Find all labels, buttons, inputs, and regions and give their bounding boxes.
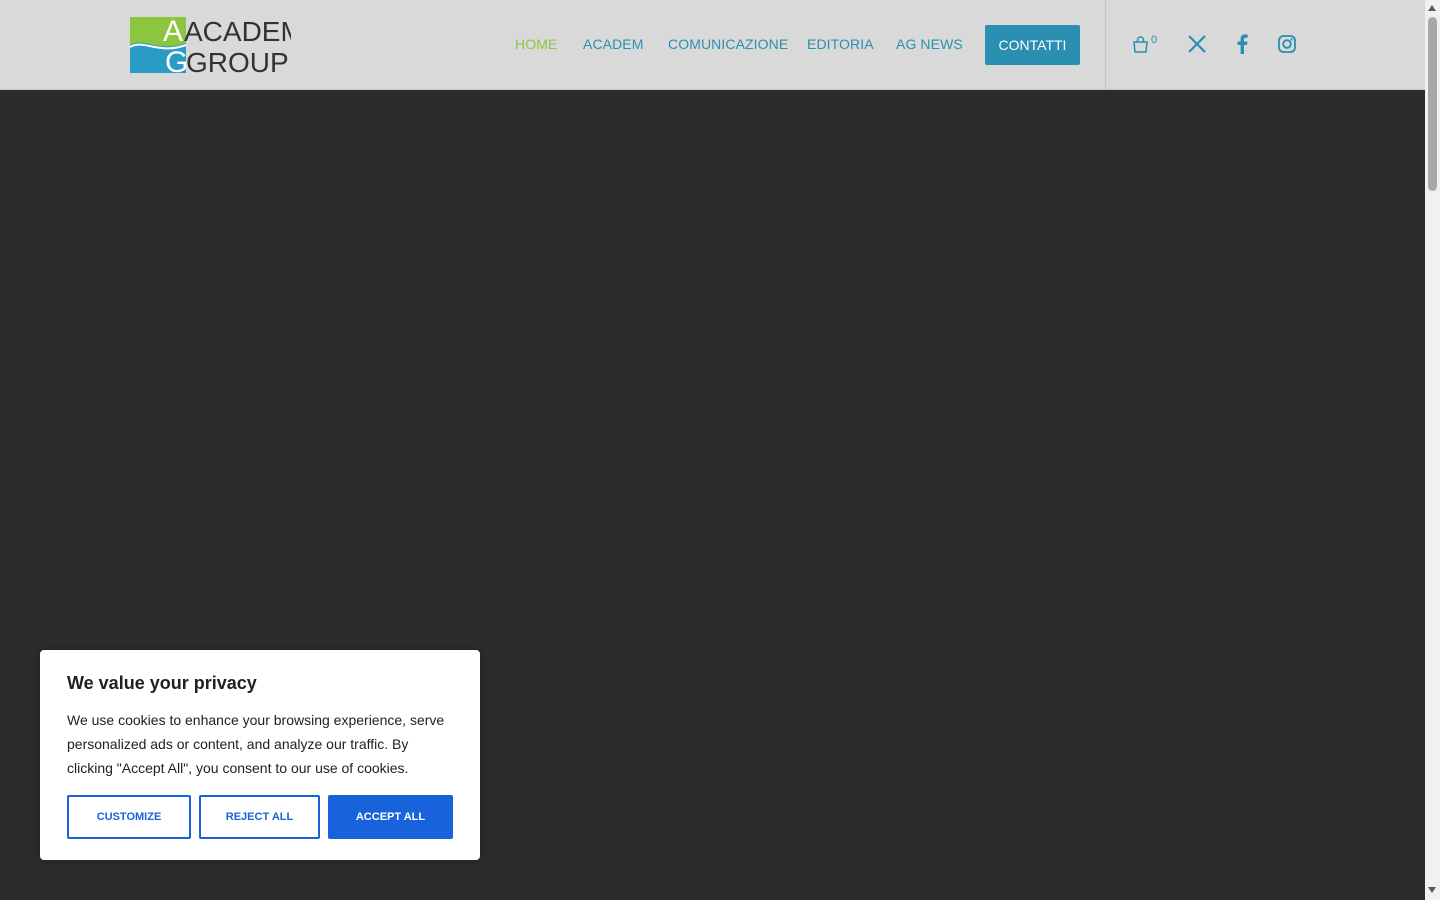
page-scrollbar[interactable] [1425, 0, 1440, 900]
cookie-consent-banner: We value your privacy We use cookies to … [40, 650, 480, 860]
academ-group-logo[interactable]: A ACADEM G GROUP [129, 15, 304, 79]
customize-button[interactable]: CUSTOMIZE [67, 795, 191, 839]
facebook-icon[interactable] [1236, 34, 1248, 59]
logo-text-group: GROUP [186, 47, 289, 75]
nav-comunicazione[interactable]: COMUNICAZIONE [668, 36, 788, 52]
cookie-actions: CUSTOMIZE REJECT ALL ACCEPT ALL [67, 795, 453, 839]
x-twitter-icon[interactable] [1188, 35, 1206, 58]
cookie-title: We value your privacy [67, 673, 257, 693]
site-header: A ACADEM G GROUP HOME ACADEM COMUNICAZIO… [0, 0, 1425, 90]
shopping-bag-icon[interactable] [1132, 36, 1149, 58]
instagram-icon[interactable] [1278, 35, 1296, 58]
header-divider [1105, 0, 1106, 89]
nav-editoria[interactable]: EDITORIA [807, 36, 874, 52]
cart-count: 0 [1151, 34, 1158, 46]
reject-all-button[interactable]: REJECT ALL [199, 795, 320, 839]
scroll-up-arrow-icon[interactable] [1428, 5, 1436, 11]
nav-ag-news[interactable]: AG NEWS [896, 36, 963, 52]
svg-text:A: A [163, 15, 183, 48]
nav-academ[interactable]: ACADEM [583, 36, 644, 52]
scroll-down-arrow-icon[interactable] [1428, 887, 1436, 893]
cookie-description: We use cookies to enhance your browsing … [67, 712, 445, 776]
svg-text:G: G [165, 46, 188, 75]
accept-all-button[interactable]: ACCEPT ALL [328, 795, 453, 839]
scroll-thumb[interactable] [1428, 17, 1437, 191]
nav-home[interactable]: HOME [515, 36, 557, 52]
contatti-button[interactable]: CONTATTI [985, 25, 1080, 65]
logo-text-academ: ACADEM [184, 16, 291, 47]
